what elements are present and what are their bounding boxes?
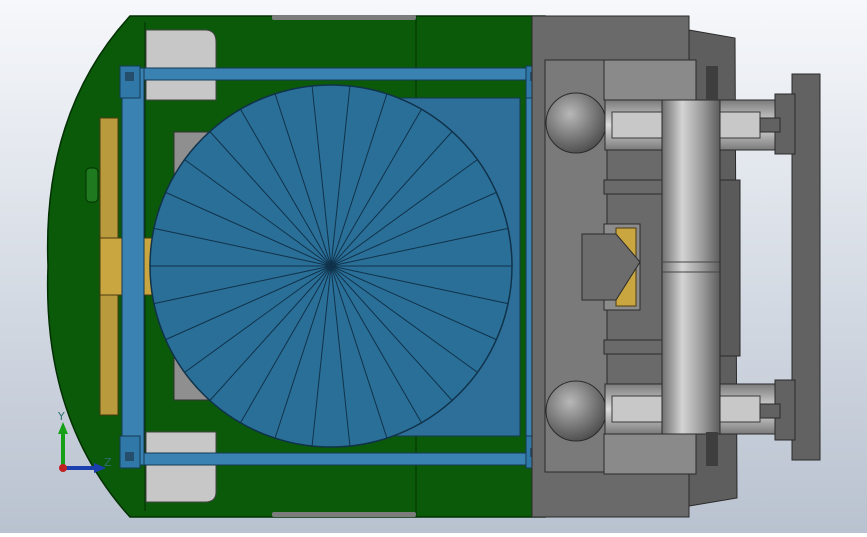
y-axis-arrow [58,422,68,434]
frame-bolt-tl [125,72,134,81]
z-axis-label: Z [104,456,112,469]
window-bottom-left [145,431,217,503]
axle [661,99,721,435]
yellow-strip-lower [99,294,119,416]
handrail-bottom [272,512,416,517]
bolt-strip-bottom [706,432,718,466]
side-bracket-top [603,179,663,195]
triad-origin [59,464,67,472]
handrail-top [272,15,416,20]
green-knob [85,167,99,203]
frame-bolt-bl [125,452,134,461]
ball-joint-bottom [545,380,607,442]
yellow-strip-upper [99,117,119,239]
model-drawing [0,0,867,533]
axle-hub [719,179,741,357]
bolt-strip-top [706,66,718,100]
window-top-left [145,29,217,101]
center-coupler [581,223,641,311]
cad-viewport[interactable]: Y Z [0,0,867,533]
side-bracket-bottom [603,339,663,355]
orientation-triad[interactable]: Y Z [50,408,120,478]
ball-joint-top [545,92,607,154]
turntable-disc [149,84,513,448]
y-axis-label: Y [58,410,65,423]
